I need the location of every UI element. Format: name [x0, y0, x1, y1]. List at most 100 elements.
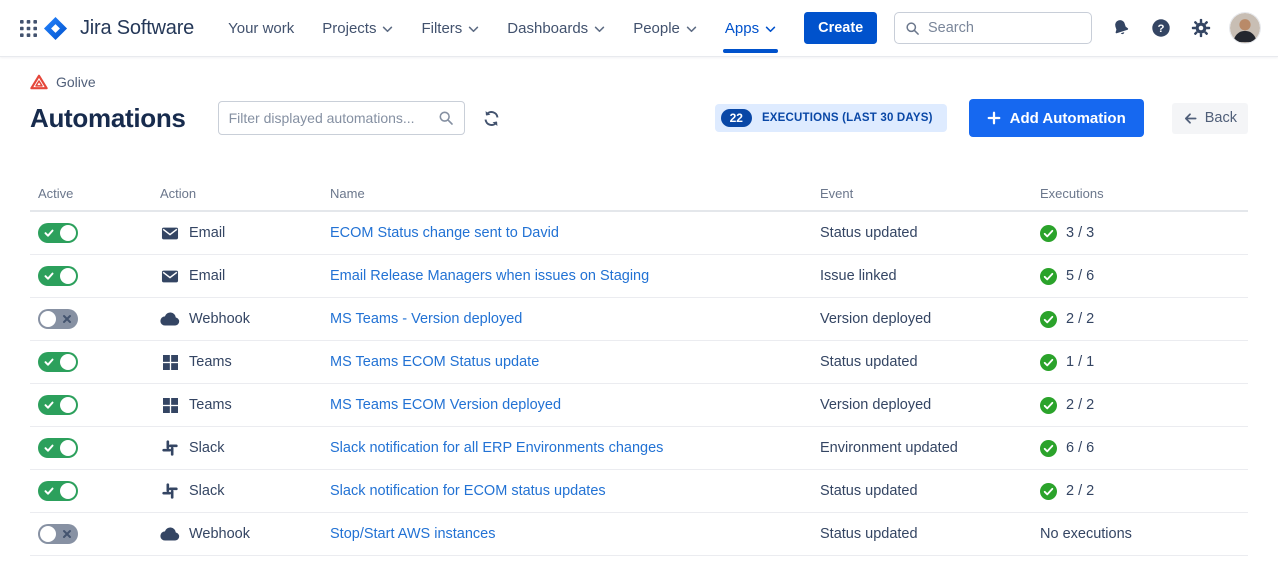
slack-icon — [160, 440, 180, 456]
refresh-icon — [483, 110, 500, 127]
email-icon — [160, 269, 180, 284]
email-icon — [160, 226, 180, 241]
executions-value: 6 / 6 — [1066, 440, 1094, 456]
table-row: Webhook MS Teams - Version deployed Vers… — [30, 298, 1248, 341]
toggle-check-icon — [44, 443, 54, 453]
automation-name-link[interactable]: ECOM Status change sent to David — [330, 225, 559, 241]
automation-name-link[interactable]: Stop/Start AWS instances — [330, 526, 495, 542]
automation-name-link[interactable]: MS Teams ECOM Status update — [330, 354, 539, 370]
toggle-knob — [60, 483, 76, 499]
jira-logo-icon — [43, 16, 68, 41]
nav-item-apps[interactable]: Apps — [711, 0, 790, 57]
nav-right-cluster: ? — [894, 12, 1260, 44]
webhook-icon — [160, 527, 180, 541]
automation-name-link[interactable]: Slack notification for ECOM status updat… — [330, 483, 606, 499]
svg-text:?: ? — [1158, 23, 1165, 35]
toggle-knob — [60, 225, 76, 241]
teams-icon — [160, 355, 180, 370]
active-toggle[interactable] — [38, 524, 78, 544]
back-arrow-icon — [1183, 111, 1198, 126]
executions-summary-badge[interactable]: 22 EXECUTIONS (LAST 30 DAYS) — [715, 104, 947, 132]
toggle-knob — [60, 440, 76, 456]
action-label: Email — [189, 268, 225, 284]
top-navigation-bar: Jira Software Your work Projects Filters… — [0, 0, 1278, 57]
executions-value: 2 / 2 — [1066, 311, 1094, 327]
create-button[interactable]: Create — [804, 12, 877, 44]
settings-gear-icon[interactable] — [1190, 17, 1212, 39]
event-label: Status updated — [820, 225, 918, 241]
executions-value: 2 / 2 — [1066, 397, 1094, 413]
toggle-check-icon — [44, 357, 54, 367]
active-toggle[interactable] — [38, 309, 78, 329]
success-check-icon — [1040, 397, 1057, 414]
back-button[interactable]: Back — [1172, 103, 1248, 134]
teams-icon — [160, 398, 180, 413]
automations-table: Active Action Name Event Executions Emai… — [30, 186, 1248, 556]
chevron-down-icon — [382, 26, 393, 33]
executions-value: No executions — [1040, 526, 1132, 542]
executions-value: 2 / 2 — [1066, 483, 1094, 499]
active-toggle[interactable] — [38, 352, 78, 372]
toggle-knob — [40, 311, 56, 327]
user-avatar[interactable] — [1230, 13, 1260, 43]
filter-input[interactable] — [229, 110, 438, 126]
nav-item-projects[interactable]: Projects — [308, 0, 407, 57]
page-title: Automations — [30, 103, 186, 134]
product-name: Jira Software — [80, 17, 194, 40]
automation-name-link[interactable]: MS Teams ECOM Version deployed — [330, 397, 561, 413]
active-toggle[interactable] — [38, 481, 78, 501]
column-header-name: Name — [330, 186, 820, 201]
active-toggle[interactable] — [38, 438, 78, 458]
brand[interactable]: Jira Software — [43, 16, 194, 41]
automation-name-link[interactable]: MS Teams - Version deployed — [330, 311, 522, 327]
success-check-icon — [1040, 483, 1057, 500]
action-label: Webhook — [189, 526, 250, 542]
success-check-icon — [1040, 225, 1057, 242]
golive-breadcrumb[interactable]: Golive — [30, 74, 96, 90]
nav-item-filters[interactable]: Filters — [407, 0, 493, 57]
plus-icon — [987, 111, 1001, 125]
table-row: Teams MS Teams ECOM Status update Status… — [30, 341, 1248, 384]
global-search[interactable] — [894, 12, 1092, 44]
refresh-button[interactable] — [479, 106, 504, 131]
add-automation-button[interactable]: Add Automation — [969, 99, 1144, 137]
toggle-knob — [60, 268, 76, 284]
toggle-check-icon — [44, 486, 54, 496]
search-icon — [905, 21, 920, 36]
webhook-icon — [160, 312, 180, 326]
chevron-down-icon — [468, 26, 479, 33]
automation-name-link[interactable]: Slack notification for all ERP Environme… — [330, 440, 663, 456]
automation-name-link[interactable]: Email Release Managers when issues on St… — [330, 268, 649, 284]
breadcrumb-label: Golive — [56, 74, 96, 90]
toggle-x-icon — [62, 529, 72, 539]
active-toggle[interactable] — [38, 266, 78, 286]
chevron-down-icon — [765, 26, 776, 33]
active-toggle[interactable] — [38, 395, 78, 415]
success-check-icon — [1040, 440, 1057, 457]
event-label: Status updated — [820, 354, 918, 370]
event-label: Environment updated — [820, 440, 958, 456]
table-row: Email Email Release Managers when issues… — [30, 255, 1248, 298]
filter-box[interactable] — [218, 101, 465, 135]
column-header-event: Event — [820, 186, 1040, 201]
success-check-icon — [1040, 268, 1057, 285]
event-label: Issue linked — [820, 268, 897, 284]
executions-value: 5 / 6 — [1066, 268, 1094, 284]
nav-item-your-work[interactable]: Your work — [214, 0, 308, 57]
toggle-knob — [40, 526, 56, 542]
app-switcher-icon[interactable] — [20, 20, 37, 37]
toggle-x-icon — [62, 314, 72, 324]
nav-item-dashboards[interactable]: Dashboards — [493, 0, 619, 57]
table-row: Slack Slack notification for ECOM status… — [30, 470, 1248, 513]
golive-logo-icon — [30, 74, 48, 90]
notifications-bell-icon[interactable] — [1110, 17, 1132, 39]
active-toggle[interactable] — [38, 223, 78, 243]
toggle-check-icon — [44, 400, 54, 410]
toggle-knob — [60, 354, 76, 370]
event-label: Version deployed — [820, 311, 931, 327]
action-label: Slack — [189, 483, 224, 499]
global-search-input[interactable] — [928, 20, 1081, 36]
column-header-active: Active — [30, 186, 160, 201]
help-icon[interactable]: ? — [1150, 17, 1172, 39]
nav-item-people[interactable]: People — [619, 0, 711, 57]
